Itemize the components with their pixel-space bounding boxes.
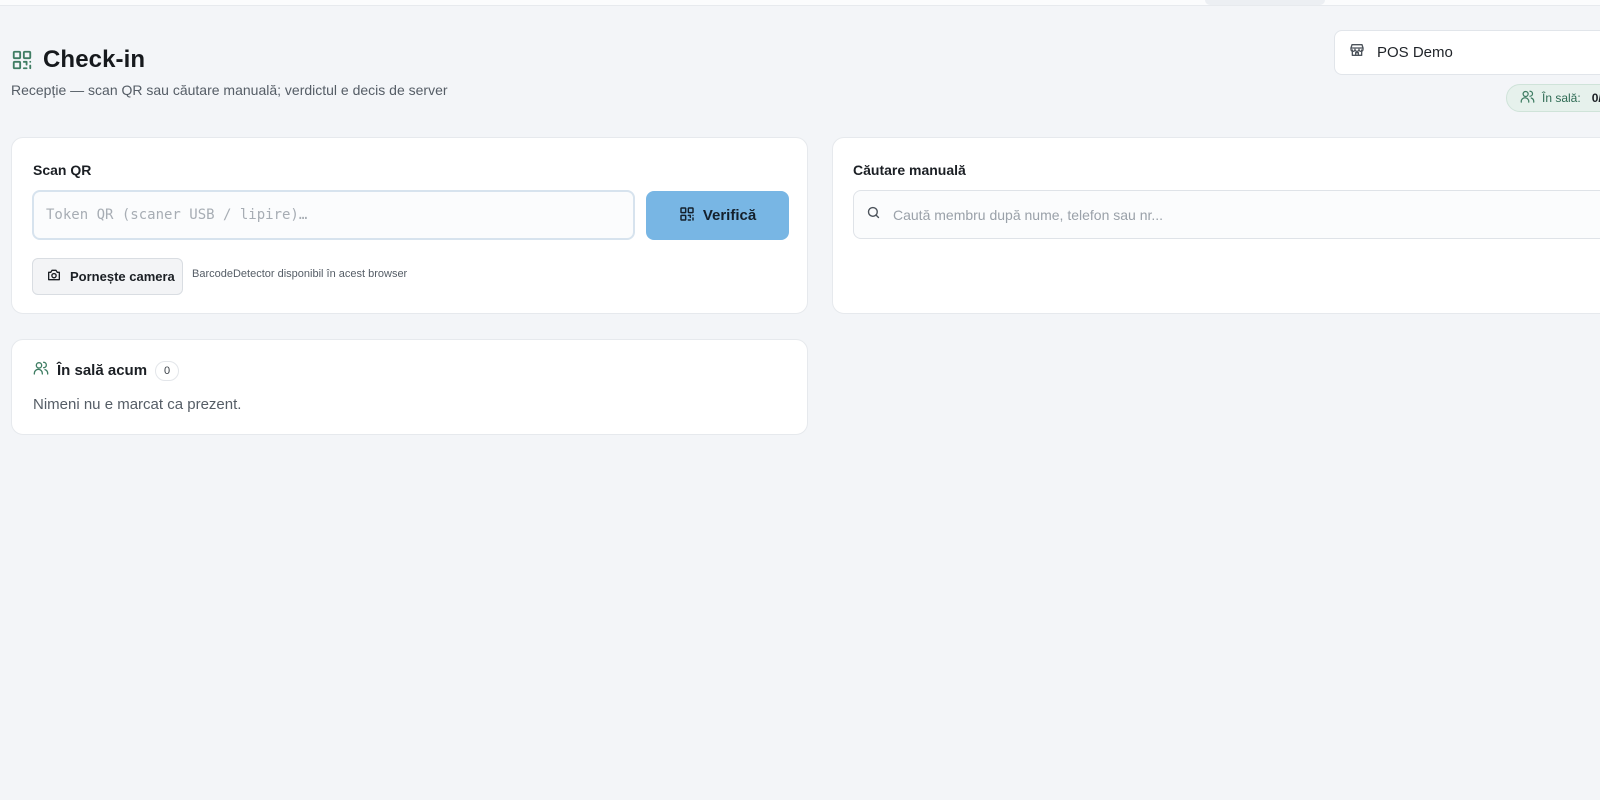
present-now-header: În sală acum 0 (33, 360, 180, 381)
page-header: Check-in Recepție — scan QR sau căutare … (11, 46, 448, 98)
occupancy-label: În sală: (1542, 91, 1581, 105)
start-camera-label: Pornește camera (70, 269, 175, 284)
scan-qr-card: Scan QR Verifică Pornește camera Barcode… (11, 137, 808, 314)
present-empty-text: Nimeni nu e marcat ca prezent. (33, 396, 242, 413)
occupancy-value: 0/ (1591, 91, 1600, 105)
present-now-card: În sală acum 0 Nimeni nu e marcat ca pre… (11, 339, 808, 435)
store-icon (1349, 42, 1365, 63)
users-icon (33, 360, 49, 381)
location-select[interactable]: POS Demo (1334, 30, 1600, 75)
verify-button[interactable]: Verifică (646, 191, 789, 240)
member-search-input[interactable] (893, 206, 1573, 223)
scan-qr-title: Scan QR (33, 162, 92, 178)
occupancy-badge: În sală: 0/ (1506, 84, 1600, 112)
title-row: Check-in (11, 46, 448, 74)
location-select-value: POS Demo (1377, 44, 1453, 61)
qr-token-input[interactable] (32, 190, 635, 240)
camera-icon (46, 267, 62, 286)
manual-search-title: Căutare manuală (853, 162, 966, 178)
top-bar-tab (1205, 0, 1325, 5)
users-icon (1520, 89, 1535, 107)
start-camera-button[interactable]: Pornește camera (32, 258, 183, 295)
barcode-detector-note: BarcodeDetector disponibil în acest brow… (192, 268, 408, 280)
page-subtitle: Recepție — scan QR sau căutare manuală; … (11, 82, 448, 98)
top-bar (0, 0, 1600, 6)
qr-code-icon (11, 49, 33, 71)
verify-button-label: Verifică (702, 207, 757, 224)
member-search-box[interactable] (853, 190, 1600, 239)
manual-search-card: Căutare manuală (832, 137, 1600, 314)
qr-code-icon (679, 206, 695, 226)
present-count-badge: 0 (155, 360, 180, 381)
page-title: Check-in (43, 46, 146, 73)
present-now-title: În sală acum (57, 362, 148, 379)
search-icon (866, 205, 881, 225)
